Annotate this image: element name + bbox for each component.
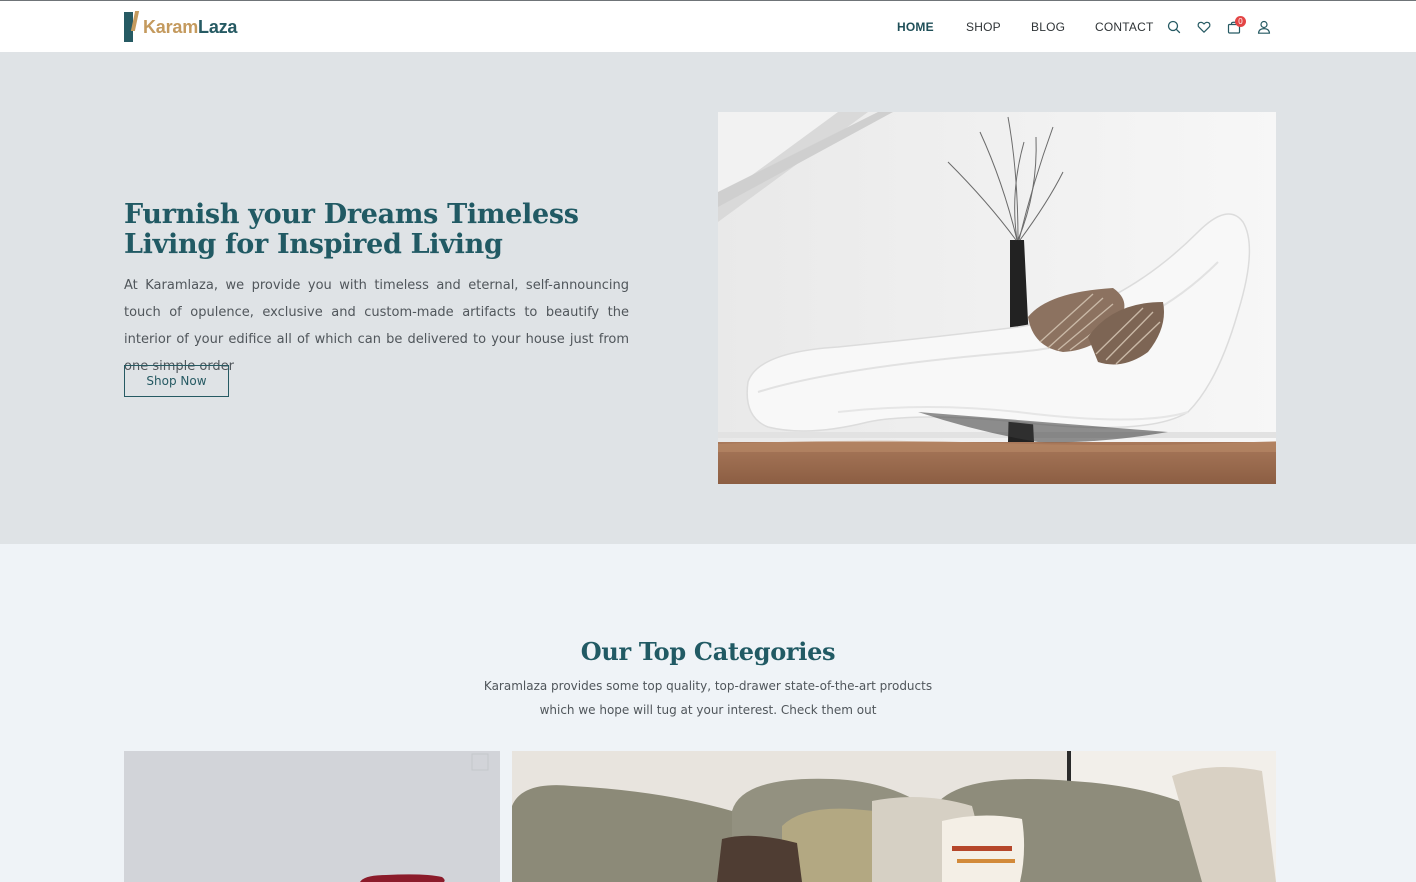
categories-subtitle: Karamlaza provides some top quality, top… — [483, 679, 933, 717]
hero-title: Furnish your Dreams Timeless Living for … — [124, 199, 579, 260]
site-header: KaramLaza HOME SHOP BLOG CONTACT 0 — [0, 1, 1416, 52]
hero-image — [718, 112, 1276, 484]
nav-shop[interactable]: SHOP — [966, 20, 1001, 34]
category-card-image-2[interactable] — [512, 751, 1276, 882]
categories-title: Our Top Categories — [580, 637, 836, 666]
nav-contact[interactable]: CONTACT — [1095, 20, 1154, 34]
nav-home[interactable]: HOME — [897, 20, 934, 34]
search-icon[interactable] — [1166, 19, 1182, 35]
cart-count-badge: 0 — [1235, 16, 1246, 27]
heart-icon[interactable] — [1196, 19, 1212, 35]
category-card-image-1[interactable] — [124, 751, 500, 882]
user-icon[interactable] — [1256, 19, 1272, 35]
nav-blog[interactable]: BLOG — [1031, 20, 1065, 34]
hero-description: At Karamlaza, we provide you with timele… — [124, 278, 629, 374]
shop-now-button[interactable]: Shop Now — [124, 365, 229, 397]
